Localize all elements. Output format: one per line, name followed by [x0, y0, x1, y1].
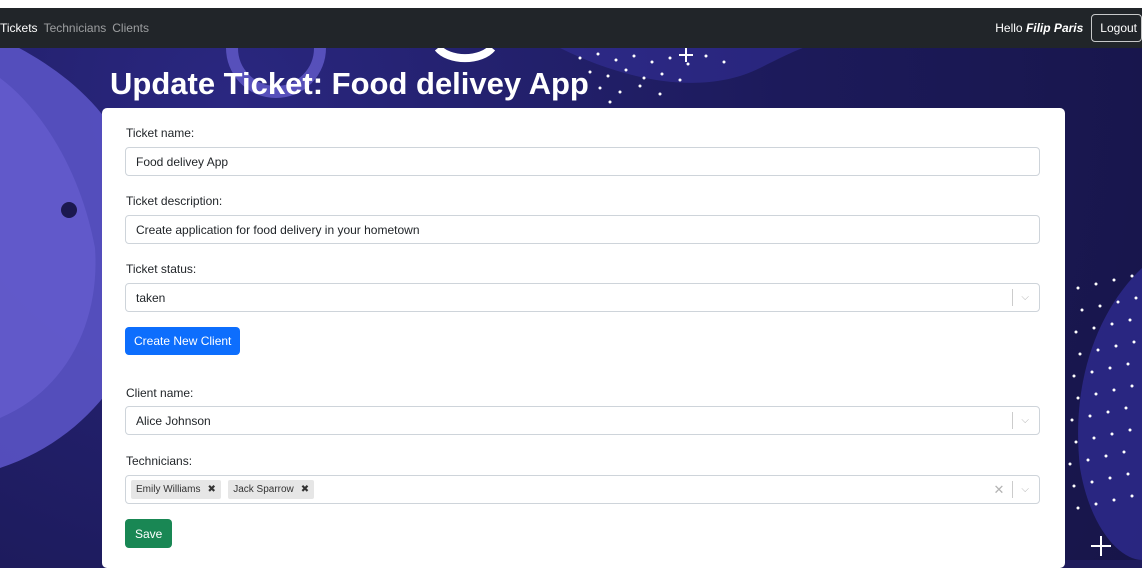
user-greeting: Hello Filip Paris [995, 21, 1083, 35]
save-button[interactable]: Save [125, 519, 173, 548]
indicator-separator [1012, 412, 1014, 429]
remove-tag-icon[interactable]: ✖ [207, 484, 215, 495]
clear-icon[interactable]: ✕ [994, 482, 1005, 498]
ticket-description-input[interactable]: Create application for food delivery in … [125, 215, 1040, 244]
ticket-name-value: Food delivey App [136, 154, 229, 169]
page-title: Update Ticket: Food delivey App [110, 66, 589, 101]
nav-link-clients[interactable]: Clients [112, 21, 149, 35]
chevron-down-icon[interactable]: ⌵ [1021, 415, 1029, 426]
client-name-label: Client name: [126, 386, 194, 400]
ticket-status-label: Ticket status: [126, 262, 197, 276]
technicians-tags: Emily Williams ✖ Jack Sparrow ✖ [131, 480, 994, 499]
chevron-down-icon[interactable]: ⌵ [1021, 292, 1029, 303]
ticket-description-label: Ticket description: [126, 194, 223, 208]
technician-tag: Emily Williams ✖ [131, 480, 221, 499]
nav-links: Tickets Technicians Clients [0, 21, 149, 35]
technician-tag-label: Jack Sparrow [233, 484, 294, 495]
ticket-name-label: Ticket name: [126, 126, 195, 140]
navbar: Tickets Technicians Clients Hello Filip … [0, 8, 1142, 48]
logout-button[interactable]: Logout [1091, 14, 1142, 42]
technician-tag-label: Emily Williams [136, 484, 201, 495]
ticket-name-input[interactable]: Food delivey App [125, 147, 1040, 176]
client-name-value: Alice Johnson [136, 413, 211, 428]
nav-link-technicians[interactable]: Technicians [44, 21, 107, 35]
ticket-description-value: Create application for food delivery in … [136, 222, 420, 237]
greeting-prefix: Hello [995, 21, 1023, 35]
chevron-down-icon[interactable]: ⌵ [1021, 484, 1029, 495]
nav-user-area: Hello Filip Paris Logout [995, 8, 1142, 48]
ticket-form-card: Ticket name: Food delivey App Ticket des… [102, 108, 1065, 568]
technicians-label: Technicians: [126, 454, 193, 468]
select-indicators: ✕ ⌵ [994, 476, 1029, 503]
select-indicators: ⌵ [1004, 284, 1029, 311]
indicator-separator [1012, 481, 1014, 498]
ticket-status-value: taken [136, 290, 166, 305]
technicians-multiselect[interactable]: Emily Williams ✖ Jack Sparrow ✖ ✕ ⌵ [125, 475, 1040, 504]
select-indicators: ⌵ [1004, 407, 1029, 434]
window-top-strip [0, 0, 1142, 8]
client-name-select[interactable]: Alice Johnson ⌵ [125, 406, 1040, 435]
remove-tag-icon[interactable]: ✖ [301, 484, 309, 495]
technician-tag: Jack Sparrow ✖ [228, 480, 315, 499]
nav-link-tickets[interactable]: Tickets [0, 21, 38, 35]
user-name: Filip Paris [1025, 21, 1084, 35]
ticket-status-select[interactable]: taken ⌵ [125, 283, 1040, 312]
create-new-client-button[interactable]: Create New Client [125, 327, 241, 355]
indicator-separator [1012, 289, 1014, 306]
